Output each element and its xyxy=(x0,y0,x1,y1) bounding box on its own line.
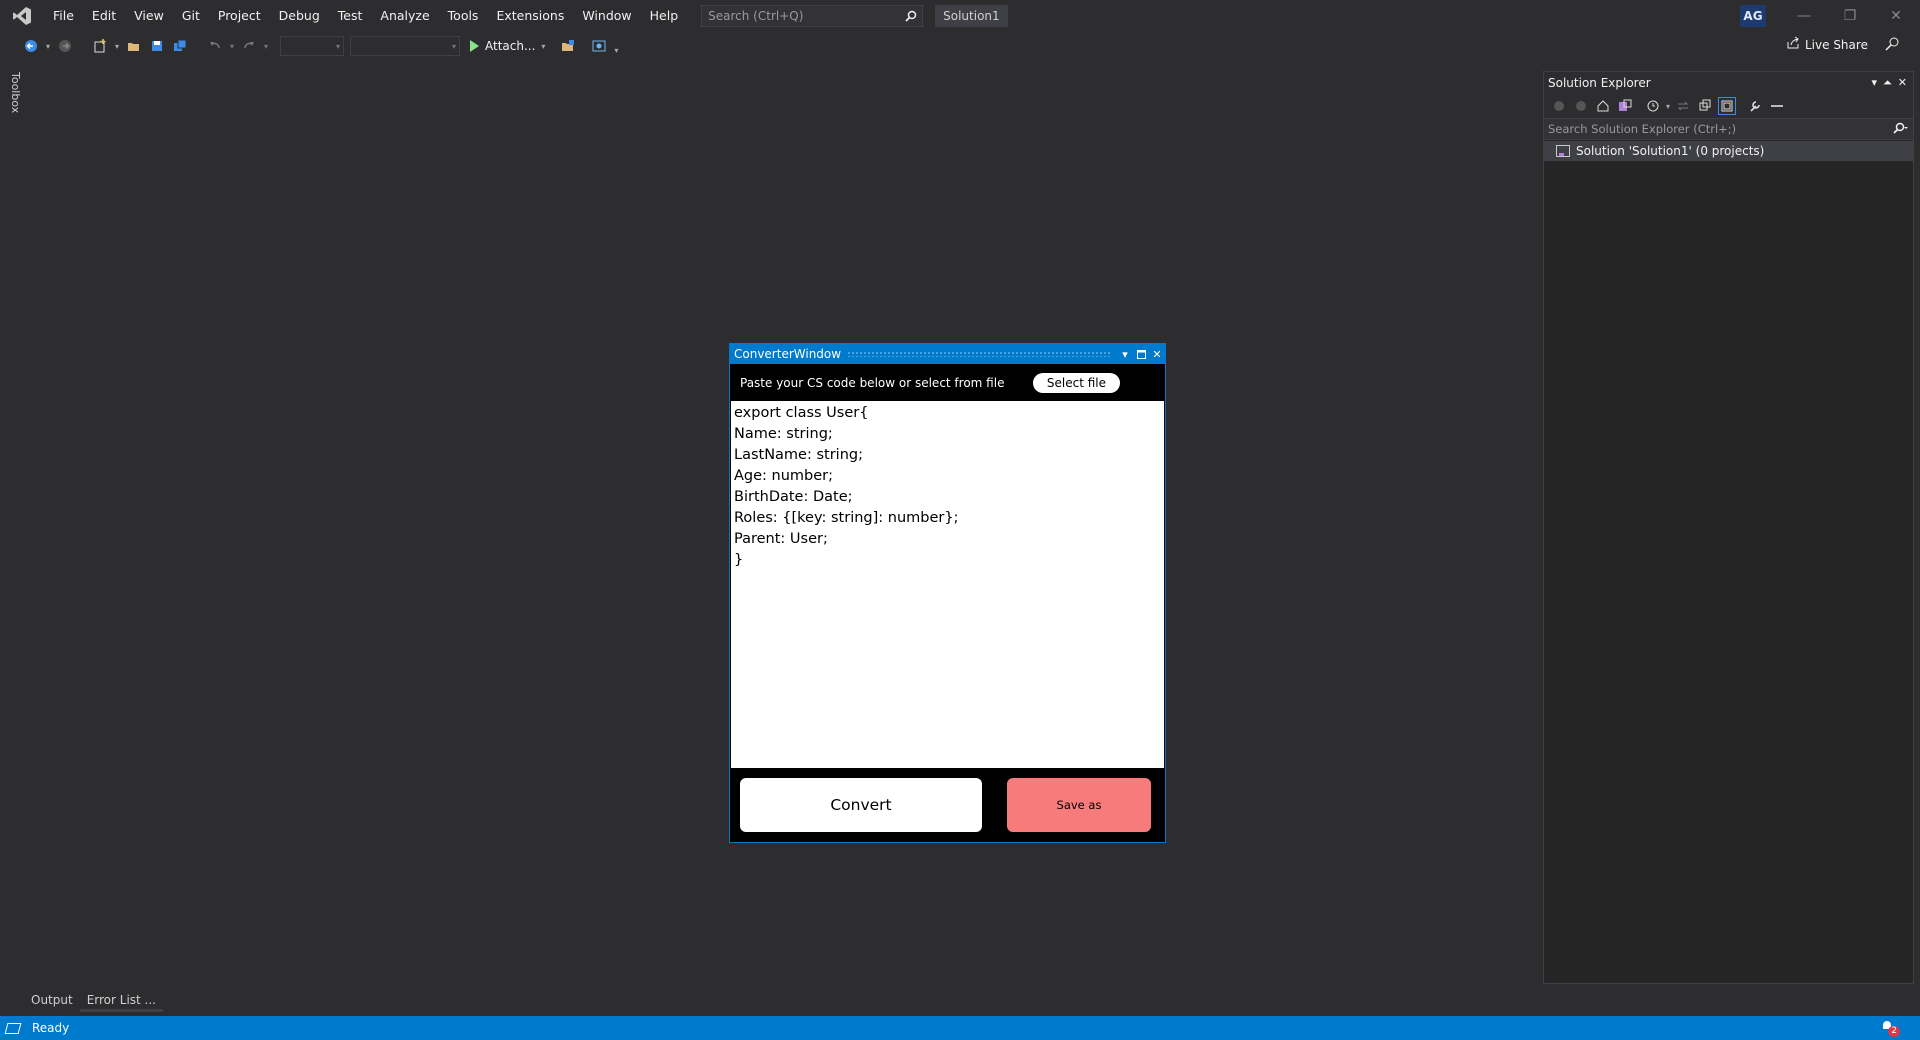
menu-view[interactable]: View xyxy=(125,0,173,31)
live-share-button[interactable]: Live Share xyxy=(1786,36,1868,53)
menu-analyze[interactable]: Analyze xyxy=(371,0,438,31)
solution-platforms-dropdown[interactable]: ▾ xyxy=(350,36,460,56)
converter-window: ConverterWindow ▾ ✕ Paste your CS code b… xyxy=(729,343,1166,843)
menu-test[interactable]: Test xyxy=(329,0,372,31)
search-icon xyxy=(1893,122,1909,137)
pin-icon[interactable]: ⏶ xyxy=(1883,76,1892,90)
global-search-placeholder: Search (Ctrl+Q) xyxy=(708,8,804,23)
select-file-button[interactable]: Select file xyxy=(1032,372,1120,393)
navigate-back-icon[interactable] xyxy=(20,35,42,57)
bottom-tool-tabs: Output Error List ... xyxy=(24,988,163,1012)
search-icon xyxy=(900,6,922,26)
live-share-label: Live Share xyxy=(1805,37,1868,52)
solution-name-label: Solution1 xyxy=(935,4,1008,27)
properties-wrench-icon[interactable] xyxy=(1746,97,1764,115)
notifications-icon[interactable]: 2 xyxy=(1880,1019,1900,1037)
minimize-icon[interactable]: — xyxy=(1781,0,1827,31)
attach-button[interactable]: Attach... ▾ xyxy=(470,39,545,53)
menu-window[interactable]: Window xyxy=(573,0,640,31)
menu-file[interactable]: File xyxy=(44,0,83,31)
dropdown-icon[interactable]: ▾ xyxy=(1117,344,1133,364)
show-all-files-icon[interactable] xyxy=(1718,97,1737,115)
menu-git[interactable]: Git xyxy=(173,0,209,31)
solution-explorer-toolbar: ▾ xyxy=(1544,94,1913,118)
chevron-down-icon[interactable]: ▾ xyxy=(43,35,53,57)
collapse-all-icon[interactable] xyxy=(1696,97,1714,115)
redo-icon[interactable] xyxy=(238,35,260,57)
sync-icon[interactable] xyxy=(1674,97,1692,115)
ready-icon xyxy=(4,1022,22,1034)
feedback-icon[interactable] xyxy=(1884,36,1900,55)
code-input[interactable]: export class User{ Name: string; LastNam… xyxy=(731,401,1164,768)
share-icon xyxy=(1786,36,1800,53)
chevron-down-icon: ▾ xyxy=(541,41,546,51)
converter-actions: Convert Save as xyxy=(730,768,1165,842)
account-avatar[interactable]: AG xyxy=(1740,5,1766,27)
menu-project[interactable]: Project xyxy=(209,0,270,31)
maximize-icon[interactable] xyxy=(1133,344,1149,364)
restore-icon[interactable]: ❐ xyxy=(1827,0,1873,31)
open-folder-icon[interactable] xyxy=(123,35,145,57)
converter-window-title: ConverterWindow xyxy=(734,347,842,361)
close-window-icon[interactable]: ✕ xyxy=(1873,0,1919,31)
solution-icon xyxy=(1556,145,1570,157)
close-icon[interactable]: ✕ xyxy=(1149,344,1165,364)
menu-debug[interactable]: Debug xyxy=(270,0,329,31)
solution-explorer-search-input[interactable]: Search Solution Explorer (Ctrl+;) xyxy=(1544,118,1913,140)
back-icon[interactable] xyxy=(1550,97,1568,115)
status-text: Ready xyxy=(32,1021,70,1035)
screenshot-icon[interactable] xyxy=(588,35,610,57)
notification-count-badge: 2 xyxy=(1888,1026,1900,1037)
solution-explorer-titlebar: Solution Explorer ▾ ⏶ ✕ xyxy=(1544,72,1913,94)
home-icon[interactable] xyxy=(1594,97,1612,115)
preview-selected-icon[interactable] xyxy=(1768,97,1786,115)
solution-explorer-panel: Solution Explorer ▾ ⏶ ✕ ▾ Search Solutio… xyxy=(1543,71,1914,984)
drag-grip[interactable] xyxy=(847,351,1111,357)
chevron-down-icon[interactable]: ▾ xyxy=(112,35,122,57)
converter-window-titlebar[interactable]: ConverterWindow ▾ ✕ xyxy=(730,344,1165,364)
attach-label: Attach... xyxy=(485,39,536,53)
solution-tree-item-label: Solution 'Solution1' (0 projects) xyxy=(1576,144,1765,158)
menu-extensions[interactable]: Extensions xyxy=(487,0,573,31)
navigate-forward-icon[interactable] xyxy=(54,35,76,57)
save-icon[interactable] xyxy=(146,35,168,57)
tab-error-list[interactable]: Error List ... xyxy=(79,988,163,1012)
menu-bar: File Edit View Git Project Debug Test An… xyxy=(0,0,1920,31)
play-icon xyxy=(470,40,479,52)
menu-edit[interactable]: Edit xyxy=(83,0,125,31)
solution-explorer-search-placeholder: Search Solution Explorer (Ctrl+;) xyxy=(1548,122,1737,136)
chevron-down-icon[interactable]: ▾ xyxy=(1666,102,1670,111)
switch-views-icon[interactable] xyxy=(1616,97,1634,115)
solution-explorer-title: Solution Explorer xyxy=(1548,76,1651,90)
toolbar-overflow-icon[interactable]: ▾ xyxy=(611,39,621,61)
chevron-down-icon[interactable]: ▾ xyxy=(227,35,237,57)
close-icon[interactable]: ✕ xyxy=(1898,76,1907,90)
convert-button[interactable]: Convert xyxy=(740,778,982,832)
toolbox-tab[interactable]: Toolbox xyxy=(9,72,22,113)
new-item-icon[interactable] xyxy=(89,35,111,57)
chevron-down-icon[interactable]: ▾ xyxy=(1871,76,1877,90)
save-as-button[interactable]: Save as xyxy=(1007,778,1151,832)
status-bar: Ready xyxy=(0,1016,1920,1040)
converter-header: Paste your CS code below or select from … xyxy=(730,364,1165,401)
converter-instruction: Paste your CS code below or select from … xyxy=(740,375,1005,390)
pending-changes-filter-icon[interactable] xyxy=(1644,97,1662,115)
browse-folder-icon[interactable] xyxy=(557,35,579,57)
undo-icon[interactable] xyxy=(204,35,226,57)
solution-configurations-dropdown[interactable]: ▾ xyxy=(280,36,344,56)
chevron-down-icon[interactable]: ▾ xyxy=(261,35,271,57)
global-search-input[interactable]: Search (Ctrl+Q) xyxy=(701,4,924,27)
visual-studio-logo-icon[interactable] xyxy=(0,0,44,31)
tab-output[interactable]: Output xyxy=(24,988,80,1012)
menu-help[interactable]: Help xyxy=(641,0,688,31)
forward-icon[interactable] xyxy=(1572,97,1590,115)
solution-tree-item[interactable]: Solution 'Solution1' (0 projects) xyxy=(1544,141,1913,161)
menu-tools[interactable]: Tools xyxy=(439,0,488,31)
save-all-icon[interactable] xyxy=(169,35,191,57)
standard-toolbar: ▾ ▾ ▾ ▾ ▾ ▾ Attach... ▾ ▾ xyxy=(0,31,1920,61)
